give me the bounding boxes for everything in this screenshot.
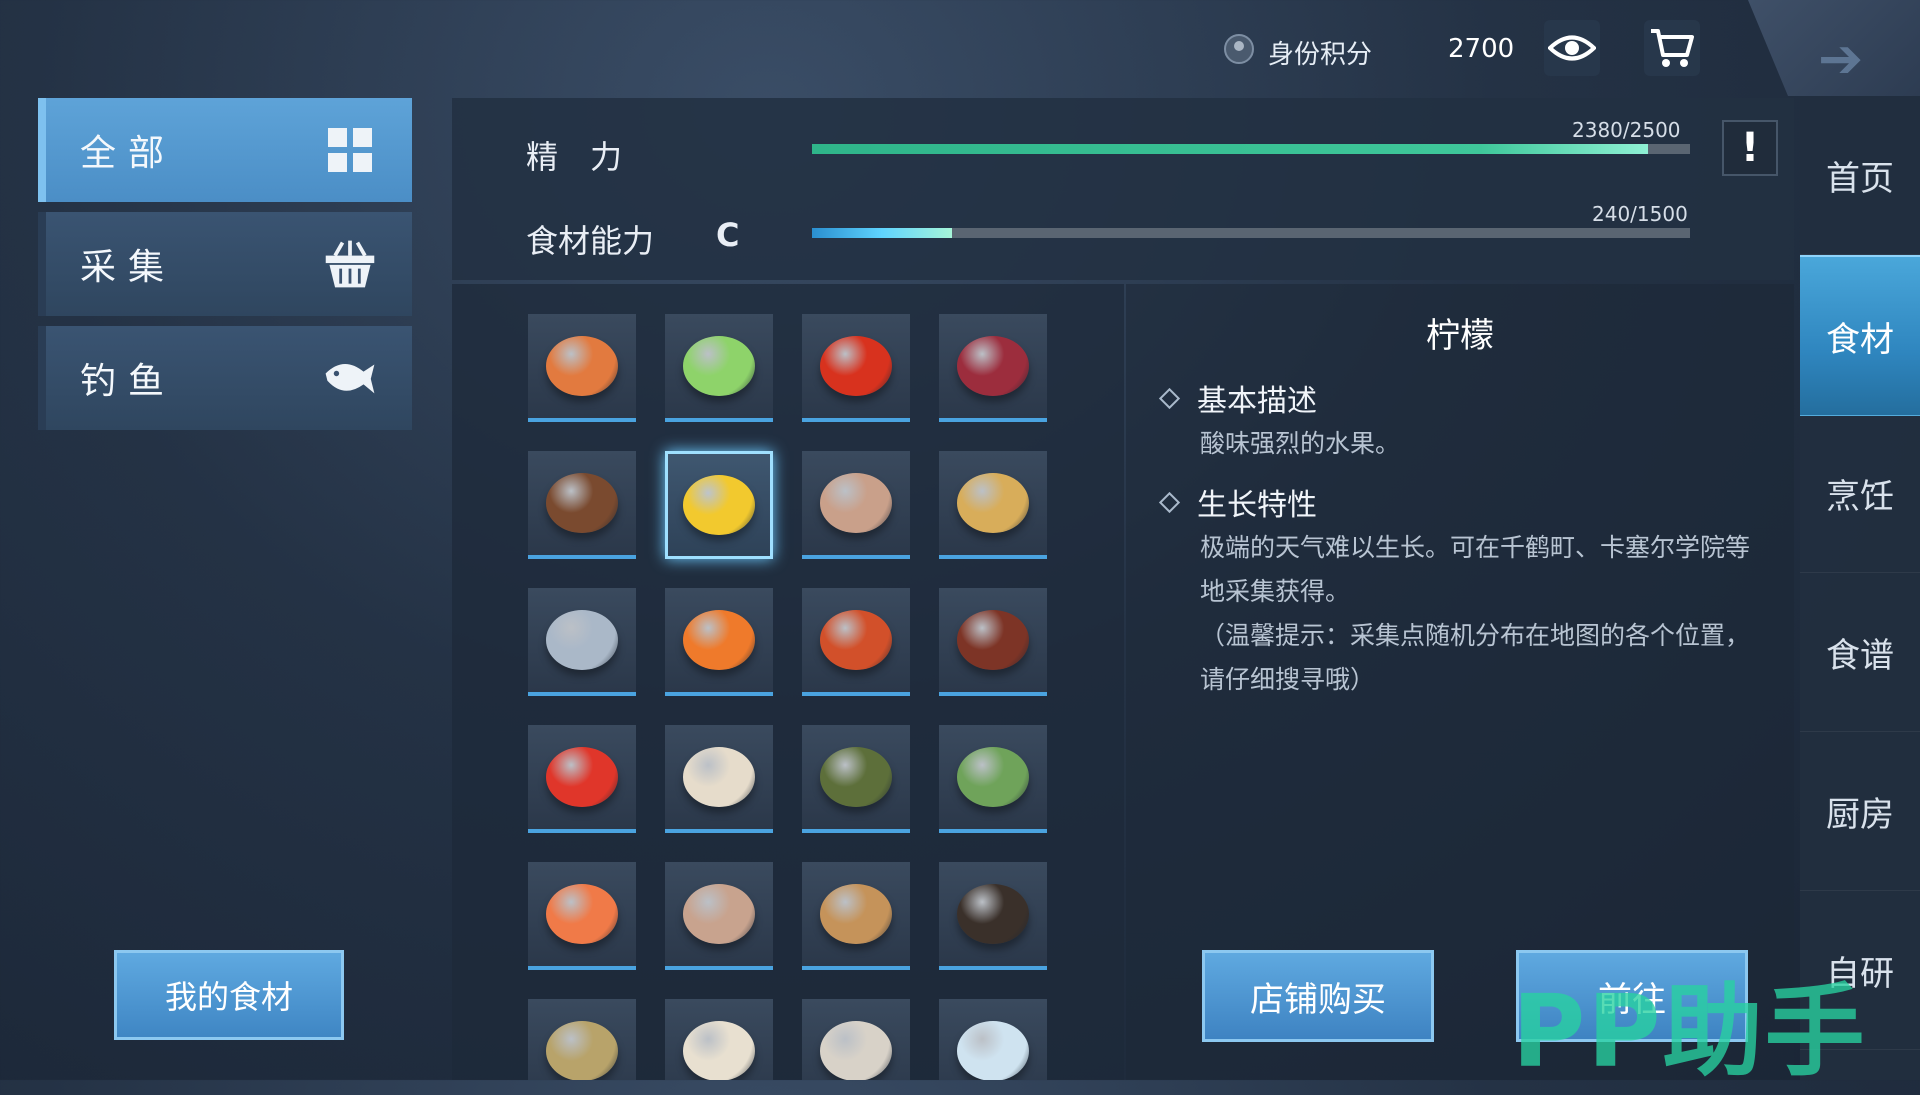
nav-item-2[interactable]: 烹饪 xyxy=(1800,414,1920,573)
ingredient-slot[interactable] xyxy=(665,725,773,833)
lemon-icon xyxy=(683,475,755,535)
my-ingredients-button[interactable]: 我的食材 xyxy=(114,950,344,1040)
ingredient-slot[interactable] xyxy=(802,999,910,1080)
ingredient-slot[interactable] xyxy=(665,862,773,970)
ingredient-slot[interactable] xyxy=(939,725,1047,833)
nav-item-0[interactable]: 首页 xyxy=(1800,96,1920,255)
exclamation-icon[interactable]: ! xyxy=(1722,120,1778,176)
chestnut-icon xyxy=(957,610,1029,670)
basket-icon xyxy=(322,236,378,292)
ingredient-slot[interactable] xyxy=(802,862,910,970)
ingredient-slot[interactable] xyxy=(939,999,1047,1080)
mushroom-icon xyxy=(546,473,618,533)
energy-label: 精 力 xyxy=(526,138,623,176)
ingredient-ability-bar-fill xyxy=(812,228,953,238)
category-all-label: 全部 xyxy=(80,133,177,174)
shop-buy-button[interactable]: 店铺购买 xyxy=(1202,950,1434,1042)
bokchoy-icon xyxy=(683,336,755,396)
growth-tip: （温馨提示：采集点随机分布在地图的各个位置，请仔细搜寻哦） xyxy=(1200,621,1751,694)
ingredient-slot[interactable] xyxy=(939,862,1047,970)
ingredient-slot[interactable] xyxy=(528,314,636,422)
ingredient-slot[interactable] xyxy=(528,451,636,559)
crab-icon xyxy=(820,610,892,670)
diamond-bullet-icon xyxy=(1158,491,1181,513)
ingredient-slot[interactable] xyxy=(528,999,636,1080)
category-gather[interactable]: 采集 xyxy=(38,212,412,316)
eye-icon xyxy=(1548,35,1596,61)
ingredient-ability-label: 食材能力 xyxy=(526,222,655,260)
ingredient-slot[interactable] xyxy=(528,588,636,696)
growth-heading-text: 生长特性 xyxy=(1197,488,1317,523)
view-button[interactable] xyxy=(1544,20,1600,76)
basic-description-heading-text: 基本描述 xyxy=(1197,384,1317,419)
growth-heading: 生长特性 xyxy=(1158,480,1317,524)
ingredient-slot[interactable] xyxy=(802,588,910,696)
sashimi-icon xyxy=(546,884,618,944)
fish-icon xyxy=(322,350,378,406)
ingredient-slot[interactable] xyxy=(665,999,773,1080)
diamond-bullet-icon xyxy=(1158,387,1181,409)
category-all[interactable]: 全部 xyxy=(38,98,412,202)
ingredient-slot[interactable] xyxy=(802,725,910,833)
energy-bar xyxy=(812,144,1690,154)
chili-icon xyxy=(820,336,892,396)
nav-item-4[interactable]: 厨房 xyxy=(1800,732,1920,891)
right-nav: 首页 食材 烹饪 食谱 厨房 自研 xyxy=(1800,96,1920,1080)
potato-icon xyxy=(957,473,1029,533)
ingredient-slot[interactable] xyxy=(802,314,910,422)
fish-item-icon xyxy=(546,610,618,670)
top-bar: 身份积分 2700 ➔ xyxy=(0,0,1920,100)
tomato-icon xyxy=(546,747,618,807)
carrot-icon xyxy=(683,610,755,670)
ingredient-slot[interactable] xyxy=(528,862,636,970)
growth-text: 极端的天气难以生长。可在千鹤町、卡塞尔学院等地采集获得。 xyxy=(1200,533,1751,606)
nav-item-3[interactable]: 食谱 xyxy=(1800,573,1920,732)
ingredient-slot[interactable] xyxy=(665,314,773,422)
kelp-icon xyxy=(957,747,1029,807)
octopus-icon xyxy=(683,884,755,944)
abalone-icon xyxy=(820,884,892,944)
category-gather-label: 采集 xyxy=(80,247,177,288)
nav-item-1[interactable]: 食材 xyxy=(1800,255,1920,416)
truffle-icon xyxy=(957,884,1029,944)
basic-description-heading: 基本描述 xyxy=(1158,376,1317,420)
identity-points-label: 身份积分 xyxy=(1268,40,1373,70)
ingredient-slot[interactable] xyxy=(665,588,773,696)
scallop-icon xyxy=(683,747,755,807)
category-fishing-label: 钓鱼 xyxy=(80,361,177,402)
glass-icon xyxy=(957,1021,1029,1080)
squid-icon xyxy=(820,473,892,533)
grid-icon xyxy=(322,122,378,178)
energy-value: 2380/2500 xyxy=(1572,118,1681,142)
stats-panel: 精 力 2380/2500 食材能力 C 240/1500 ! xyxy=(452,98,1794,280)
watermark: PP助手 xyxy=(1512,973,1867,1090)
seaweed-icon xyxy=(820,747,892,807)
bean-icon xyxy=(546,1021,618,1080)
back-arrow-icon: ➔ xyxy=(1818,27,1864,90)
ingredient-slot[interactable] xyxy=(939,314,1047,422)
ingredient-ability-value: 240/1500 xyxy=(1592,202,1688,226)
shop-cart-button[interactable] xyxy=(1644,20,1700,76)
ingredient-slot[interactable] xyxy=(665,451,773,559)
shrimp-icon xyxy=(546,336,618,396)
flour-icon xyxy=(683,1021,755,1080)
egg-icon xyxy=(820,1021,892,1080)
onion-icon xyxy=(957,336,1029,396)
ingredient-slot[interactable] xyxy=(939,588,1047,696)
ingredient-slot[interactable] xyxy=(939,451,1047,559)
identity-points-value: 2700 xyxy=(1448,34,1515,64)
energy-bar-fill xyxy=(812,144,1648,154)
id-badge-icon xyxy=(1224,34,1254,64)
ingredient-title: 柠檬 xyxy=(1426,316,1494,356)
cart-icon xyxy=(1651,29,1694,67)
ingredient-slot[interactable] xyxy=(528,725,636,833)
basic-description-text: 酸味强烈的水果。 xyxy=(1200,429,1401,458)
ingredient-grid xyxy=(452,284,1124,1080)
ingredient-slot[interactable] xyxy=(802,451,910,559)
ingredient-grade: C xyxy=(716,216,740,254)
category-fishing[interactable]: 钓鱼 xyxy=(38,326,412,430)
ingredient-ability-bar xyxy=(812,228,1690,238)
